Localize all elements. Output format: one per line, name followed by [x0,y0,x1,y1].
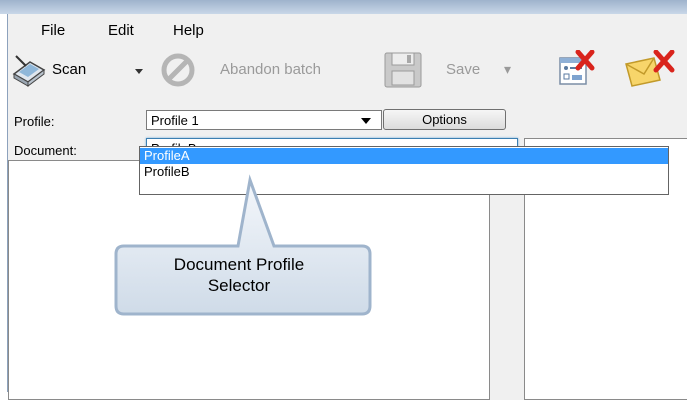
callout-bubble [114,174,372,316]
callout-line-2: Selector [207,276,271,295]
app-window: File Edit Help Scan Abandon batch Save ▾… [7,14,687,400]
callout-line-1: Document Profile [173,255,305,274]
callout-text: Document Profile Selector [111,254,367,296]
window-title-bar [0,0,687,14]
